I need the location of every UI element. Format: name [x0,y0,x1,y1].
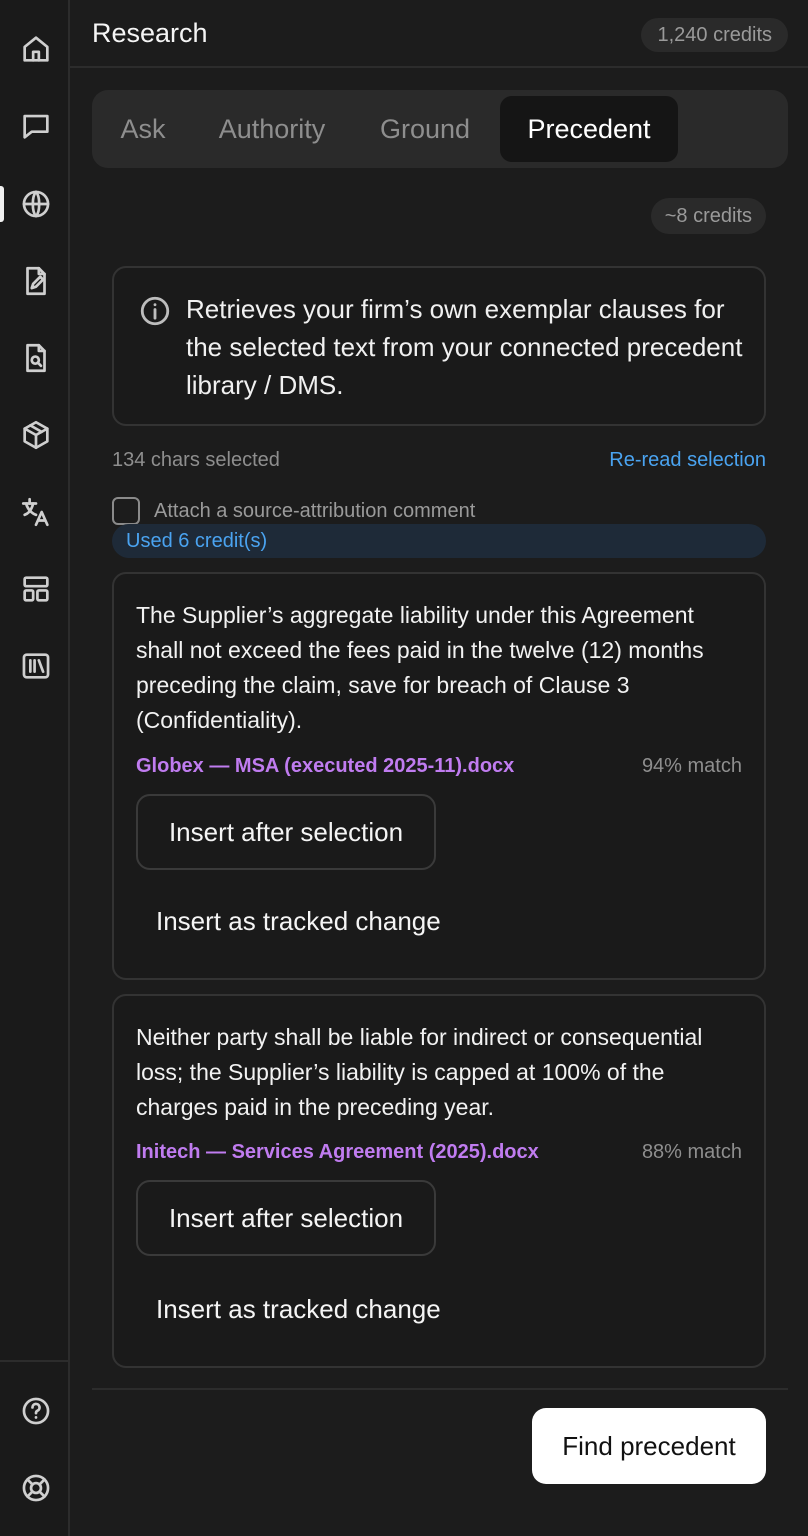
result-card: The Supplier’s aggregate liability under… [112,572,766,980]
match-score: 88% match [641,1141,742,1163]
document-edit-icon[interactable] [17,262,55,300]
library-icon[interactable] [17,647,55,685]
sidebar [0,0,70,1536]
match-score: 94% match [641,755,742,777]
header-divider [70,66,808,68]
result-card: Neither party shall be liable for indire… [112,994,766,1368]
source-document: Initech — Services Agreement (2025).docx [136,1141,539,1163]
selection-count: 134 chars selected [112,449,280,471]
insert-tracked-change-button[interactable]: Insert as tracked change [156,906,441,937]
credits-used-banner: Used 6 credit(s) [112,524,766,558]
find-precedent-button[interactable]: Find precedent [532,1408,766,1484]
source-document: Globex — MSA (executed 2025-11).docx [136,755,515,777]
globe-icon[interactable] [17,185,55,223]
credits-balance-badge: 1,240 credits [641,18,788,52]
clause-text: The Supplier’s aggregate liability under… [136,602,704,733]
attribution-checkbox-label: Attach a source-attribution comment [154,499,476,522]
mode-tabs: Ask Authority Ground Precedent [92,90,788,168]
clause-text: Neither party shall be liable for indire… [136,1024,703,1120]
home-icon[interactable] [17,30,55,68]
document-search-icon[interactable] [17,339,55,377]
info-text: Retrieves your firm’s own exemplar claus… [186,294,743,400]
chat-icon[interactable] [17,107,55,145]
tab-ask[interactable]: Ask [100,96,186,162]
layout-icon[interactable] [17,570,55,608]
tab-precedent[interactable]: Precedent [500,96,678,162]
lifebuoy-icon[interactable] [17,1469,55,1507]
cube-icon[interactable] [17,416,55,454]
attribution-checkbox[interactable] [112,497,140,525]
help-icon[interactable] [17,1392,55,1430]
insert-after-selection-button[interactable]: Insert after selection [136,794,436,870]
tab-authority[interactable]: Authority [198,96,346,162]
info-callout: Retrieves your firm’s own exemplar claus… [112,266,766,426]
sidebar-divider [0,1360,68,1362]
attribution-checkbox-row[interactable]: Attach a source-attribution comment [112,497,475,525]
insert-tracked-change-button[interactable]: Insert as tracked change [156,1294,441,1325]
translate-icon[interactable] [17,493,55,531]
estimated-cost-badge: ~8 credits [650,198,766,234]
tab-ground[interactable]: Ground [358,96,492,162]
research-panel: Research 1,240 credits Ask Authority Gro… [0,0,808,1536]
reread-selection-link[interactable]: Re-read selection [609,449,766,472]
info-icon [138,294,172,328]
sidebar-active-indicator [0,186,4,222]
footer-divider [92,1388,788,1390]
page-title: Research [92,18,208,48]
insert-after-selection-button[interactable]: Insert after selection [136,1180,436,1256]
